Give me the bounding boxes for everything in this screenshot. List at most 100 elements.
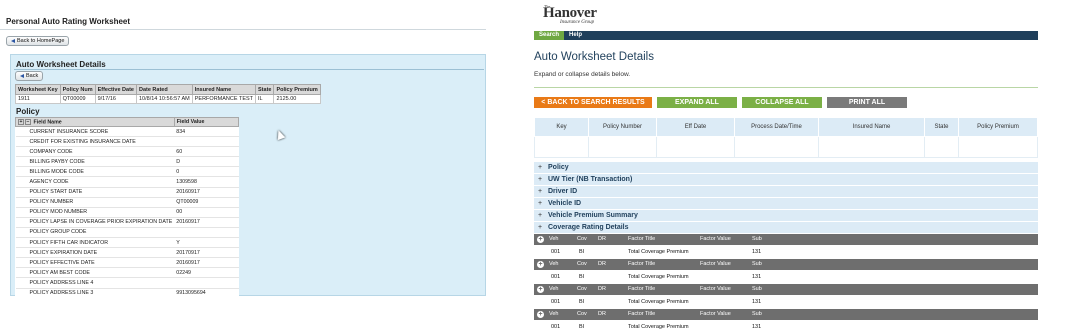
field-name: POLICY NUMBER (15, 197, 175, 208)
section-toggle[interactable]: + Driver ID (534, 186, 1038, 197)
table-row: POLICY EFFECTIVE DATE 20160917 (15, 257, 239, 269)
back-button[interactable]: Back (15, 71, 44, 81)
column-header: Factor Title (628, 286, 656, 292)
column-header: Veh (549, 311, 559, 317)
back-arrow-icon (11, 39, 15, 43)
coverage-cell: 131 (752, 299, 762, 305)
column-header: Effective Date (94, 84, 137, 95)
coverage-cell: 001 (551, 249, 561, 255)
page-title: Auto Worksheet Details (534, 51, 654, 63)
expand-circle-icon[interactable]: + (537, 261, 544, 268)
column-header: Cov (577, 261, 587, 267)
collapse-all-button[interactable]: COLLAPSE ALL (742, 97, 822, 108)
collapse-icon[interactable]: − (25, 118, 31, 125)
column-header: Date Rated (135, 84, 193, 95)
section-toggle[interactable]: + Coverage Rating Details (534, 222, 1038, 233)
coverage-cell: 131 (752, 324, 762, 330)
field-name: BILLING PAYBY CODE (15, 156, 175, 168)
coverage-cell: 131 (752, 249, 762, 255)
coverage-cell: Total Coverage Premium (628, 299, 689, 305)
worksheet-key-table: Worksheet Key Policy Num Effective Date … (15, 84, 321, 104)
field-value (174, 136, 239, 148)
coverage-header-row: + Veh Cov DR Factor Title Factor Value Sub (534, 234, 1038, 245)
table-cell (958, 136, 1038, 158)
table-cell (818, 136, 925, 158)
coverage-cell: Total Coverage Premium (628, 249, 689, 255)
plus-icon: + (538, 188, 543, 195)
column-header: Cov (577, 236, 587, 242)
column-header: Factor Value (700, 286, 731, 292)
table-row: 1911 QT00009 9/17/16 10/8/14 10:56:57 AM… (15, 94, 321, 104)
coverage-cell: 001 (551, 324, 561, 330)
column-header: Key (534, 117, 589, 137)
field-value: 9913095694 (174, 288, 239, 296)
field-value-header: Field Value (173, 117, 239, 127)
coverage-cell: 001 (551, 299, 561, 305)
section-label: Vehicle ID (548, 200, 582, 207)
table-cell (734, 136, 819, 158)
plus-icon: + (538, 212, 543, 219)
table-row: POLICY AM BEST CODE 02249 (15, 267, 239, 279)
coverage-row: 001 BI Total Coverage Premium 131 (534, 245, 1038, 259)
field-name: POLICY FIFTH CAR INDICATOR (15, 237, 175, 249)
plus-icon: + (538, 200, 543, 207)
column-header: Factor Title (628, 311, 656, 317)
divider (0, 29, 486, 30)
section-label: Driver ID (548, 188, 578, 195)
field-name: POLICY AM BEST CODE (15, 267, 175, 279)
table-cell: IL (255, 94, 275, 104)
field-value: Y (174, 237, 239, 249)
back-to-homepage-label: Back to HomePage (17, 38, 65, 44)
field-value: 834 (174, 126, 239, 138)
plus-icon: + (538, 176, 543, 183)
panel-title: Auto Worksheet Details (16, 60, 106, 69)
column-header: Sub (752, 261, 762, 267)
field-value: 20170917 (174, 247, 239, 259)
expand-icon[interactable]: + (18, 118, 24, 125)
table-row: POLICY GROUP CODE (15, 227, 239, 239)
expand-circle-icon[interactable]: + (537, 311, 544, 318)
section-toggle[interactable]: + Vehicle ID (534, 198, 1038, 209)
section-label: Coverage Rating Details (548, 224, 629, 231)
section-toggle[interactable]: + Policy (534, 162, 1038, 173)
column-header: Policy Number (588, 117, 657, 137)
policy-heading: Policy (16, 107, 40, 116)
nav-search[interactable]: Search (534, 31, 565, 40)
section-label: Policy (548, 164, 569, 171)
back-arrow-icon (20, 74, 24, 78)
back-to-search-results-button[interactable]: < BACK TO SEARCH RESULTS (534, 97, 652, 108)
column-header: Factor Title (628, 236, 656, 242)
plus-icon: + (538, 224, 543, 231)
field-name: CREDIT FOR EXISTING INSURANCE DATE (15, 136, 175, 148)
section-toggle[interactable]: + Vehicle Premium Summary (534, 210, 1038, 221)
field-name: POLICY EFFECTIVE DATE (15, 257, 175, 269)
table-row: POLICY ADDRESS LINE 4 (15, 277, 239, 289)
coverage-header-row: + Veh Cov DR Factor Title Factor Value Sub (534, 284, 1038, 295)
coverage-cell: BI (579, 249, 585, 255)
field-value: 00 (174, 207, 239, 218)
column-header: Factor Title (628, 261, 656, 267)
nav-help[interactable]: Help (564, 31, 587, 40)
back-to-homepage-button[interactable]: Back to HomePage (6, 36, 70, 46)
field-name: BILLING MODE CODE (15, 166, 175, 178)
field-value (174, 277, 239, 289)
column-header: Factor Value (700, 236, 731, 242)
expand-circle-icon[interactable]: + (537, 286, 544, 293)
table-cell (924, 136, 959, 158)
column-header: DR (598, 261, 606, 267)
column-header: Veh (549, 261, 559, 267)
section-toggle[interactable]: + UW Tier (NB Transaction) (534, 174, 1038, 185)
table-row: POLICY MOD NUMBER 00 (15, 207, 239, 218)
column-header: Insured Name (191, 84, 257, 95)
expand-all-button[interactable]: EXPAND ALL (657, 97, 737, 108)
table-cell: 2125.00 (273, 94, 321, 104)
expand-circle-icon[interactable]: + (537, 236, 544, 243)
coverage-header-row: + Veh Cov DR Factor Title Factor Value Sub (534, 309, 1038, 320)
print-all-button[interactable]: PRINT ALL (827, 97, 907, 108)
back-label: Back (26, 73, 39, 79)
table-cell: 9/17/16 (94, 94, 137, 104)
column-header: Eff Date (656, 117, 735, 137)
table-cell: 10/8/14 10:56:57 AM (135, 94, 193, 104)
column-header: Policy Num (59, 84, 96, 95)
column-header: State (924, 117, 959, 137)
